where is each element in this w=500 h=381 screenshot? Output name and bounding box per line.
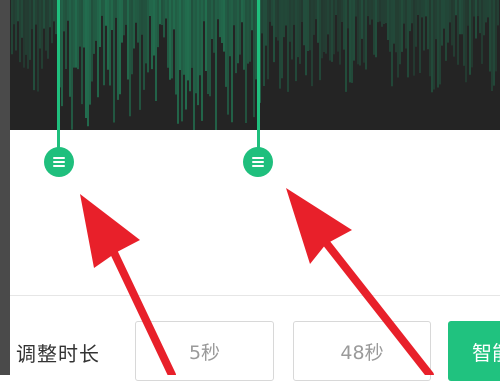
end-trim-line xyxy=(257,0,260,150)
controls-divider xyxy=(10,295,500,296)
end-trim-handle[interactable] xyxy=(243,147,273,177)
smart-button[interactable]: 智能 xyxy=(448,321,500,381)
start-trim-handle[interactable] xyxy=(44,147,74,177)
audio-trim-editor: 调整时长 5秒 48秒 智能 xyxy=(0,0,500,381)
end-time-field[interactable]: 48秒 xyxy=(293,321,431,381)
start-time-field[interactable]: 5秒 xyxy=(135,321,274,381)
start-trim-line xyxy=(57,0,60,150)
hamburger-grip-icon xyxy=(252,157,264,167)
waveform-display xyxy=(0,0,500,130)
hamburger-grip-icon xyxy=(53,157,65,167)
waveform-graphic xyxy=(11,0,499,130)
panel-edge xyxy=(0,0,10,375)
adjust-duration-label: 调整时长 xyxy=(16,342,100,366)
